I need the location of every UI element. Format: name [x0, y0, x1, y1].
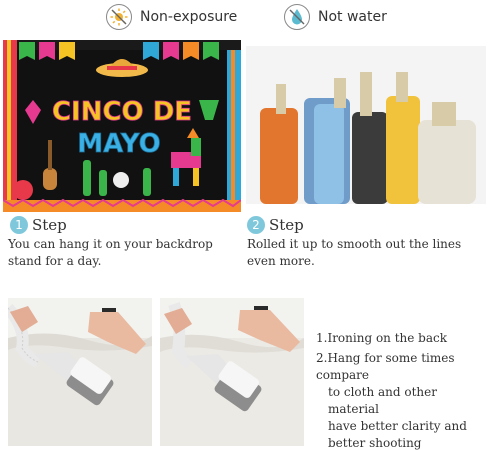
step-1-heading: 1 Step — [10, 216, 67, 234]
step-1-title: Step — [32, 216, 67, 234]
note-item-2-line4: better shooting — [328, 436, 422, 450]
step-2-description: Rolled it up to smooth out the lines eve… — [247, 236, 485, 270]
step-2-heading: 2 Step — [247, 216, 304, 234]
steamer-photo-2 — [160, 298, 304, 446]
note-item-2-line2: to cloth and other material — [328, 385, 438, 416]
fabric-rolls-image — [246, 46, 486, 204]
banner-line2: MAYO — [77, 129, 161, 159]
step-2-number: 2 — [247, 216, 265, 234]
non-exposure-label: Non-exposure — [140, 9, 238, 25]
not-water-label: Not water — [318, 9, 387, 25]
steamer-photo-1 — [8, 298, 152, 446]
step-2-line1: Rolled it up to smooth out the lines — [247, 237, 462, 251]
note-item-2-line3: have better clarity and — [328, 419, 467, 433]
cinco-de-mayo-banner-image: CINCO DE MAYO — [3, 40, 241, 212]
sun-crossed-icon — [106, 4, 132, 30]
banner-line1: CINCO DE — [52, 97, 192, 127]
step-1-description: You can hang it on your backdrop stand f… — [8, 236, 244, 270]
step-1-line2: stand for a day. — [8, 254, 102, 268]
step-2-title: Step — [269, 216, 304, 234]
ironing-notes: 1.Ironing on the back 2.Hang for some ti… — [316, 330, 486, 450]
non-exposure-badge: Non-exposure — [106, 4, 237, 30]
step-2-line2: even more. — [247, 254, 315, 268]
note-item-1: 1.Ironing on the back — [316, 331, 448, 345]
step-1-number: 1 — [10, 216, 28, 234]
water-drop-crossed-icon — [284, 4, 310, 30]
step-1-line1: You can hang it on your backdrop — [8, 237, 213, 251]
note-item-2-line1: 2.Hang for some times compare — [316, 351, 455, 382]
not-water-badge: Not water — [284, 4, 387, 30]
